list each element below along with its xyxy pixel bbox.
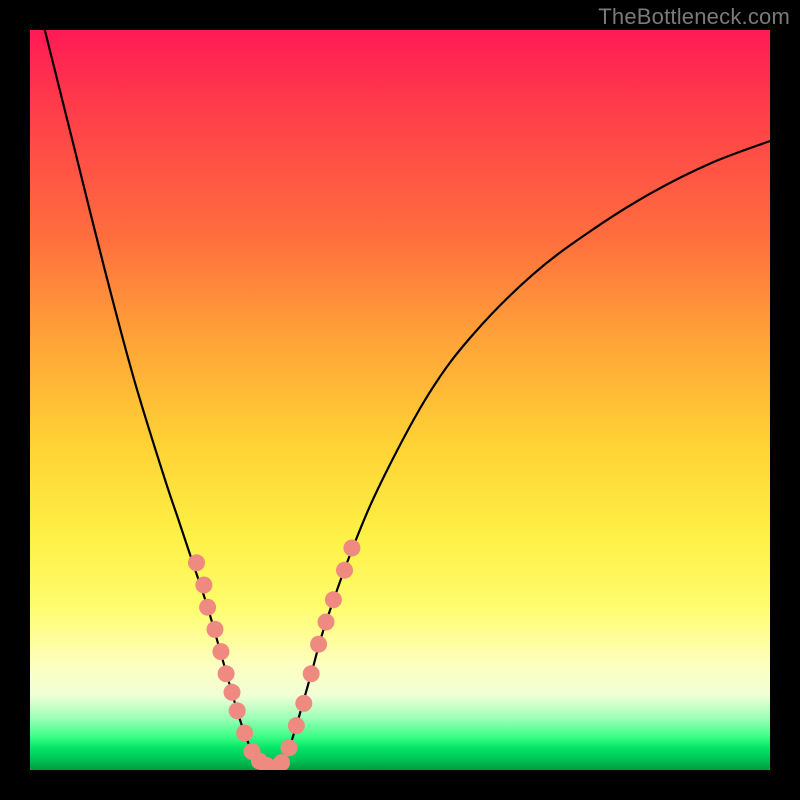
marker-dot: [281, 739, 298, 756]
curves-svg: [30, 30, 770, 770]
marker-dot: [224, 684, 241, 701]
chart-frame: TheBottleneck.com: [0, 0, 800, 800]
marker-dot: [310, 636, 327, 653]
highlighted-points: [188, 540, 360, 771]
marker-dot: [199, 599, 216, 616]
marker-dot: [218, 665, 235, 682]
marker-dot: [188, 554, 205, 571]
left-curve: [45, 30, 274, 768]
plot-area: [30, 30, 770, 770]
marker-dot: [273, 754, 290, 770]
marker-dot: [343, 540, 360, 557]
marker-dot: [288, 717, 305, 734]
marker-dot: [318, 614, 335, 631]
marker-dot: [303, 665, 320, 682]
watermark-text: TheBottleneck.com: [598, 4, 790, 30]
marker-dot: [236, 725, 253, 742]
marker-dot: [325, 591, 342, 608]
marker-dot: [207, 621, 224, 638]
marker-dot: [229, 702, 246, 719]
marker-dot: [336, 562, 353, 579]
marker-dot: [195, 577, 212, 594]
marker-dot: [295, 695, 312, 712]
right-curve: [274, 141, 770, 768]
marker-dot: [212, 643, 229, 660]
